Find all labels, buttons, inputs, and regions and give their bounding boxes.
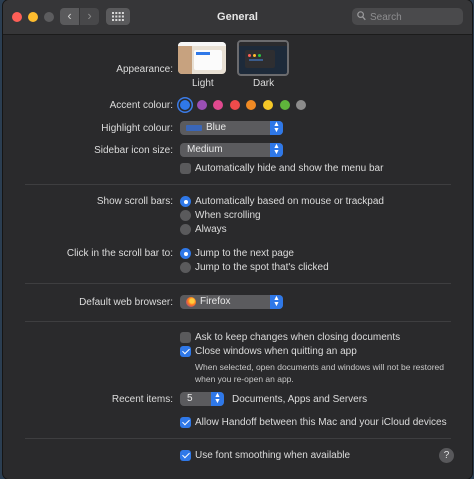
close-windows-note-line2: when you re-open an app. [195, 374, 294, 384]
appearance-dark-option[interactable] [237, 40, 289, 76]
recent-items-suffix: Documents, Apps and Servers [232, 394, 368, 405]
scroll-bars-radio-auto[interactable] [180, 196, 191, 207]
click-scroll-option-spot: Jump to the spot that's clicked [195, 262, 329, 273]
highlight-colour-value: Blue [206, 122, 227, 133]
accent-colour-swatch[interactable] [229, 100, 240, 110]
sidebar-icon-size-label: Sidebar icon size: [94, 145, 173, 156]
popup-arrows-icon: ▲ ▼ [270, 295, 283, 309]
accent-colour-swatch[interactable] [180, 100, 190, 110]
popup-arrows-icon: ▲ ▼ [211, 392, 224, 406]
scroll-bars-option-always: Always [195, 224, 227, 235]
accent-colour-swatch[interactable] [296, 100, 307, 110]
search-input[interactable] [368, 9, 462, 25]
divider [25, 184, 451, 185]
close-windows-checkbox[interactable] [180, 346, 191, 357]
divider [25, 438, 451, 439]
highlight-colour-popup[interactable]: Blue ▲ ▼ [180, 121, 283, 135]
font-smoothing-label: Use font smoothing when available [195, 450, 351, 461]
accent-colour-swatch[interactable] [213, 100, 224, 110]
handoff-checkbox[interactable] [180, 417, 191, 428]
font-smoothing-checkbox[interactable] [180, 450, 191, 461]
menubar-label: Automatically hide and show the menu bar [195, 163, 384, 174]
highlight-colour-label: Highlight colour: [101, 123, 173, 134]
accent-colour-swatch[interactable] [196, 100, 207, 110]
accent-colour-swatch[interactable] [263, 100, 273, 110]
scroll-bars-option-auto: Automatically based on mouse or trackpad [195, 196, 384, 207]
handoff-label: Allow Handoff between this Mac and your … [195, 417, 447, 428]
accent-colour-label: Accent colour: [109, 100, 173, 111]
divider [25, 283, 451, 284]
sidebar-icon-size-value: Medium [187, 144, 223, 155]
recent-items-label: Recent items: [111, 394, 173, 405]
sidebar-icon-size-popup[interactable]: Medium ▲ ▼ [180, 143, 283, 157]
default-browser-value: Firefox [200, 296, 231, 307]
click-scroll-radio-next-page[interactable] [180, 248, 191, 259]
highlight-swatch [186, 125, 202, 131]
click-scroll-bar-label: Click in the scroll bar to: [66, 248, 173, 259]
default-browser-label: Default web browser: [79, 297, 173, 308]
search-icon [357, 11, 366, 21]
scroll-bars-option-scrolling: When scrolling [195, 210, 261, 221]
close-windows-note-line1: When selected, open documents and window… [195, 362, 445, 372]
question-mark-icon: ? [443, 450, 450, 461]
recent-items-popup[interactable]: 5 ▲ ▼ [180, 392, 224, 406]
ask-keep-changes-label: Ask to keep changes when closing documen… [195, 332, 401, 343]
appearance-dark-label: Dark [253, 78, 275, 89]
ask-keep-changes-checkbox[interactable] [180, 332, 191, 343]
popup-arrows-icon: ▲ ▼ [270, 143, 283, 157]
close-windows-label: Close windows when quitting an app [195, 346, 357, 357]
default-browser-popup[interactable]: Firefox ▲ ▼ [180, 295, 283, 309]
appearance-light-label: Light [192, 78, 214, 89]
search-field[interactable] [352, 8, 463, 25]
menubar-checkbox[interactable] [180, 163, 191, 174]
appearance-label: Appearance: [116, 64, 173, 75]
divider [25, 321, 451, 322]
show-scroll-bars-label: Show scroll bars: [96, 196, 173, 207]
recent-items-value: 5 [187, 393, 193, 404]
preferences-window: ‹ › General Appearance: [3, 0, 472, 479]
popup-arrows-icon: ▲ ▼ [270, 121, 283, 135]
title-bar: ‹ › General [3, 0, 472, 35]
accent-colour-swatch[interactable] [279, 100, 290, 110]
firefox-icon [186, 297, 196, 307]
scroll-bars-radio-always[interactable] [180, 224, 191, 235]
click-scroll-radio-spot[interactable] [180, 262, 191, 273]
help-button[interactable]: ? [439, 448, 454, 463]
click-scroll-option-next-page: Jump to the next page [195, 248, 294, 259]
scroll-bars-radio-scrolling[interactable] [180, 210, 191, 221]
appearance-light-option[interactable] [178, 42, 226, 74]
accent-colour-swatch[interactable] [246, 100, 257, 110]
